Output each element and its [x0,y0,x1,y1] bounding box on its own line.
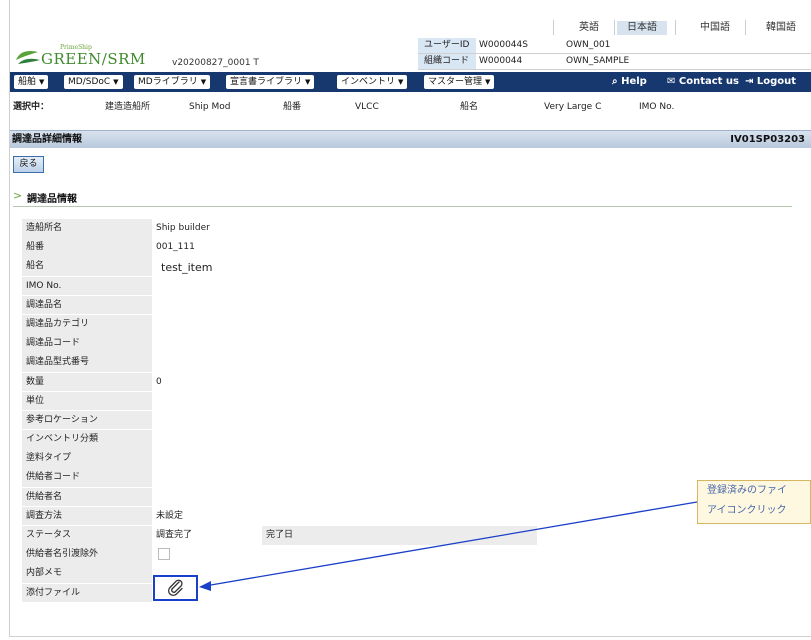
callout-line [204,501,698,587]
callout-line-2: アイコンクリック [707,505,787,516]
arrowhead-icon [199,581,211,591]
callout-line-1: 登録済みのファイ [707,485,787,496]
callout-arrow [199,501,698,591]
callout-note: 登録済みのファイ アイコンクリック [697,480,811,524]
